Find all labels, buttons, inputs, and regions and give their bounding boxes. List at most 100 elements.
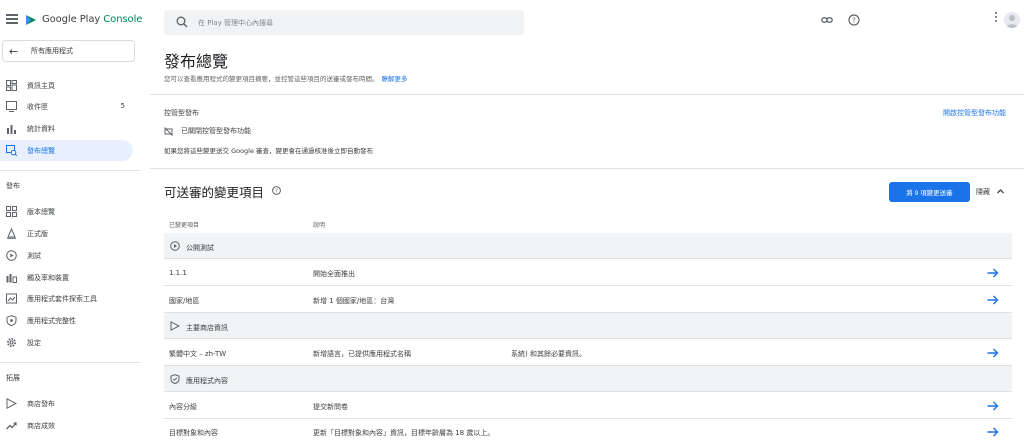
inbox-count-badge: 5 xyxy=(120,102,125,110)
sidebar-item-label: 應用程式完整性 xyxy=(27,317,76,325)
enable-managed-publishing-link[interactable]: 開啟控管型發布功能 xyxy=(943,108,1006,118)
public-test-icon xyxy=(170,241,180,251)
bundle-icon xyxy=(6,293,17,304)
table-row[interactable]: 國家/地區 新增 1 個國家/地區：台灣 xyxy=(164,286,1012,313)
sidebar-item-label: 收件匣 xyxy=(27,103,48,111)
sidebar-item-bundle-explorer[interactable]: 應用程式套件探索工具 xyxy=(0,288,133,309)
dashboard-icon xyxy=(6,80,17,91)
sidebar-item-statistics[interactable]: 統計資料 xyxy=(0,118,133,139)
review-section-title: 可送審的變更項目 xyxy=(164,185,265,200)
managed-publishing-note: 如果您將這些變更送交 Google 審查，變更會在通過核准後立即自動發布 xyxy=(164,147,374,155)
page-title: 發布總覽 xyxy=(164,52,229,71)
table-row[interactable]: 1.1.1 開始全面推出 xyxy=(164,259,1012,286)
trend-icon xyxy=(6,422,17,430)
arrow-forward-icon[interactable] xyxy=(987,348,999,358)
sidebar-item-label: 正式版 xyxy=(27,230,48,238)
column-header-changed: 已變更項目 xyxy=(169,222,200,229)
group-main-store-listing: 主要商店資訊 xyxy=(164,313,1012,339)
sidebar-item-reach-devices[interactable]: 觸及率和裝置 xyxy=(0,267,133,288)
group-public-testing: 公開測試 xyxy=(164,233,1012,259)
search-input[interactable]: 在 Play 管理中心內搜尋 xyxy=(164,10,524,35)
chevron-up-icon[interactable] xyxy=(996,187,1005,196)
more-vert-icon[interactable] xyxy=(994,12,998,26)
arrow-back-icon: ← xyxy=(9,44,19,58)
table-row[interactable]: 目標對象和內容 更新「目標對象和內容」資訊，目標年齡層為 18 歲以上。 xyxy=(164,419,1012,443)
sidebar-item-dashboard[interactable]: 資訊主頁 xyxy=(0,75,133,96)
sidebar-item-label: 商店發布 xyxy=(27,400,55,408)
sidebar-item-testing[interactable]: 測試 xyxy=(0,245,133,266)
sidebar-divider xyxy=(0,362,140,363)
store-icon xyxy=(6,398,17,409)
managed-publishing-title: 控管型發布 xyxy=(164,109,199,117)
send-changes-for-review-button[interactable]: 將 9 項變更送審 xyxy=(889,182,970,202)
svg-text:?: ? xyxy=(275,189,278,195)
section-divider xyxy=(150,94,1024,95)
sidebar-item-label: 觸及率和裝置 xyxy=(27,274,69,282)
sidebar-item-version-overview[interactable]: 版本總覽 xyxy=(0,201,133,222)
all-apps-label: 所有應用程式 xyxy=(31,47,73,55)
gear-icon xyxy=(7,338,16,347)
sidebar-item-label: 應用程式套件探索工具 xyxy=(27,295,97,303)
publishing-overview-icon xyxy=(6,145,17,156)
app-content-shield-icon xyxy=(170,374,180,384)
help-icon[interactable]: ? xyxy=(848,14,860,26)
section-release-label: 發布 xyxy=(6,182,20,190)
play-store-icon xyxy=(170,321,180,331)
sidebar-item-label: 測試 xyxy=(27,252,41,260)
inbox-icon xyxy=(6,101,17,112)
sidebar-item-inbox[interactable]: 收件匣 5 xyxy=(0,96,133,117)
sidebar-item-label: 發布總覽 xyxy=(27,147,55,155)
sidebar-item-label: 統計資料 xyxy=(27,125,55,133)
managed-off-icon xyxy=(164,126,173,136)
help-outline-icon[interactable]: ? xyxy=(272,186,281,195)
brand-title: Google Play Console xyxy=(42,14,143,25)
arrow-forward-icon[interactable] xyxy=(987,401,999,411)
row-item: 內容分級 xyxy=(169,403,197,411)
managed-status-text: 已關閉控管型發布功能 xyxy=(181,127,251,135)
play-console-logo-icon xyxy=(26,15,36,25)
learn-more-link[interactable]: 瞭解更多 xyxy=(382,75,408,83)
arrow-forward-icon[interactable] xyxy=(987,427,999,437)
group-label: 公開測試 xyxy=(186,244,214,252)
page-subtitle-text: 您可以查看應用程式的變更項目摘要，並控管這些項目的送審或發布時間。 xyxy=(164,75,379,83)
search-icon xyxy=(176,16,188,28)
table-row[interactable]: 內容分級 提交新問卷 xyxy=(164,392,1012,419)
arrow-forward-icon[interactable] xyxy=(987,268,999,278)
row-item: 繁體中文 – zh-TW xyxy=(169,350,227,358)
sidebar-item-store-performance[interactable]: 商店成效 xyxy=(0,415,133,436)
table-row[interactable]: 繁體中文 – zh-TW 新增語言，已提供應用程式名稱 系統) 和其餘必要資訊。 xyxy=(164,339,1012,366)
sidebar-item-label: 資訊主頁 xyxy=(27,82,55,90)
all-apps-button[interactable]: ← 所有應用程式 xyxy=(2,40,135,62)
row-item: 1.1.1 xyxy=(169,269,187,277)
group-label: 主要商店資訊 xyxy=(186,324,228,332)
sidebar-item-settings[interactable]: 設定 xyxy=(0,332,133,353)
group-app-content: 應用程式內容 xyxy=(164,366,1012,392)
link-icon[interactable] xyxy=(821,14,833,26)
sidebar-item-app-integrity[interactable]: 應用程式完整性 xyxy=(0,310,133,331)
row-description: 新增 1 個國家/地區：台灣 xyxy=(313,297,395,305)
reach-icon xyxy=(6,274,17,283)
sidebar-item-store-presence[interactable]: 商店發布 xyxy=(0,393,133,414)
bell-icon xyxy=(7,228,16,239)
search-placeholder: 在 Play 管理中心內搜尋 xyxy=(198,19,274,27)
row-description: 新增語言，已提供應用程式名稱 xyxy=(313,350,411,358)
sidebar-item-label: 商店成效 xyxy=(27,422,55,430)
column-header-description: 說明 xyxy=(313,222,326,229)
sidebar-item-production[interactable]: 正式版 xyxy=(0,223,133,244)
row-description: 提交新問卷 xyxy=(313,403,348,411)
test-icon xyxy=(6,250,17,261)
sidebar-item-label: 版本總覽 xyxy=(27,208,55,216)
sidebar-divider xyxy=(0,170,140,171)
row-item: 目標對象和內容 xyxy=(169,429,218,437)
sidebar-item-publishing-overview[interactable]: 發布總覽 xyxy=(0,140,133,161)
collapse-button[interactable]: 隱藏 xyxy=(976,187,990,197)
row-item: 國家/地區 xyxy=(169,297,200,305)
shield-icon xyxy=(6,315,17,326)
group-label: 應用程式內容 xyxy=(186,377,228,385)
arrow-forward-icon[interactable] xyxy=(987,295,999,305)
row-description: 開始全面推出 xyxy=(313,270,355,278)
bar-chart-icon xyxy=(7,125,16,134)
svg-text:?: ? xyxy=(852,17,856,25)
menu-icon[interactable] xyxy=(6,14,18,24)
avatar[interactable] xyxy=(1004,12,1020,28)
